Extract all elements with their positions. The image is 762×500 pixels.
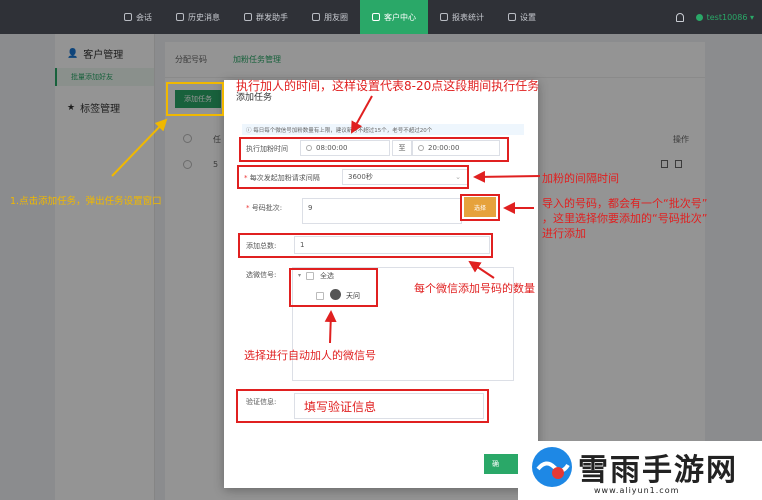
site-logo-icon [532,447,572,487]
annotation-wx: 选择进行自动加人的微信号 [244,349,376,362]
annotation-batch-1: 导入的号码，都会有一个“批次号” [542,197,708,210]
annotation-batch-2: ，这里选择你要添加的“号码批次” [542,212,708,225]
watermark: 雪雨手游网 www.aliyun1.com [518,441,762,500]
annotation-step1: 1.点击添加任务，弹出任务设置窗口 [10,196,162,207]
annotation-arrows [111,95,541,344]
annotation-interval: 加粉的间隔时间 [542,172,619,185]
site-name: 雪雨手游网 [578,453,738,488]
annotation-total: 每个微信添加号码的数量 [414,282,535,295]
site-url: www.aliyun1.com [594,486,680,495]
annotation-exec-time: 执行加人的时间，这样设置代表8-20点这段期间执行任务 [236,79,540,93]
annotation-verify: 填写验证信息 [304,400,377,414]
annotation-batch-3: 进行添加 [542,227,586,240]
